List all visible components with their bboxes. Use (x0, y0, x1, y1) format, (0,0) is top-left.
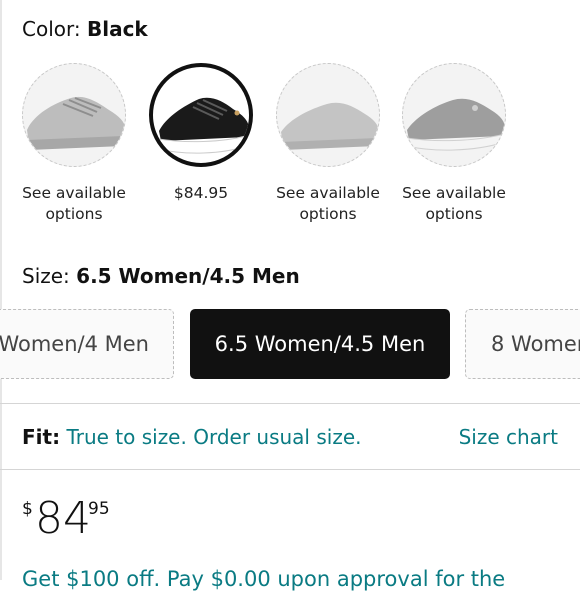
size-chart-link[interactable]: Size chart (459, 425, 558, 449)
shoe-image (281, 102, 379, 150)
size-option-label: 8 Women (491, 332, 580, 356)
promo-link[interactable]: Get $100 off. Pay $0.00 upon approval fo… (22, 567, 505, 591)
size-option-label: 6.5 Women/4.5 Men (214, 332, 426, 356)
color-swatch-black-selected[interactable] (149, 63, 253, 167)
price-fraction: 95 (88, 499, 110, 519)
size-option-button[interactable]: Women/4 Men (0, 309, 174, 379)
price-whole: 84 (35, 493, 91, 544)
color-swatch-1[interactable] (22, 63, 126, 167)
size-option-selected-button[interactable]: 6.5 Women/4.5 Men (190, 309, 450, 379)
swatch-3-caption: See available options (276, 184, 380, 223)
fit-label: Fit: (22, 425, 61, 449)
left-border (0, 0, 2, 580)
size-label: Size: (22, 264, 70, 288)
size-selection-label: Size: 6.5 Women/4.5 Men (22, 264, 300, 288)
size-option-label: Women/4 Men (0, 332, 149, 356)
color-swatch-4[interactable] (402, 63, 506, 167)
price-currency: $ (22, 499, 33, 519)
swatch-1-caption: See available options (22, 184, 126, 223)
shoe-image (27, 96, 125, 150)
fit-text: True to size. Order usual size. (66, 425, 362, 449)
divider (0, 403, 580, 404)
size-value: 6.5 Women/4.5 Men (76, 264, 300, 288)
size-option-button[interactable]: 8 Women (465, 309, 580, 379)
swatch-2-price: $84.95 (173, 184, 229, 202)
fit-row: Fit: True to size. Order usual size. (22, 425, 361, 449)
divider (0, 469, 580, 470)
color-swatch-3[interactable] (276, 63, 380, 167)
color-label: Color: (22, 17, 81, 41)
color-selection-label: Color: Black (22, 17, 148, 41)
shoe-image (406, 98, 505, 151)
color-value: Black (86, 17, 148, 41)
shoe-image (158, 97, 249, 154)
swatch-4-caption: See available options (402, 184, 506, 223)
